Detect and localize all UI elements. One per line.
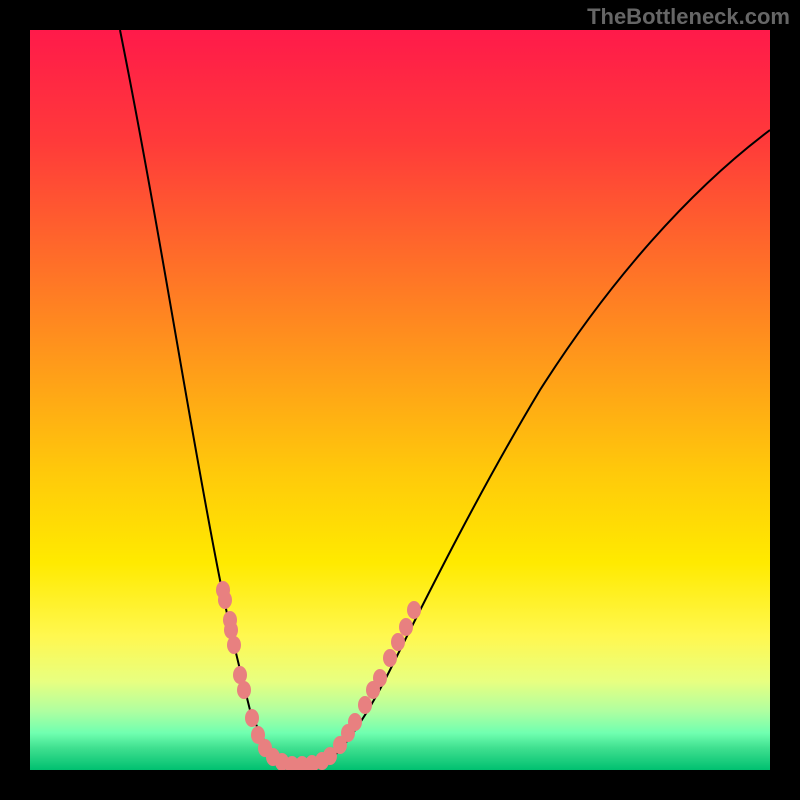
data-point xyxy=(224,621,238,639)
chart-container xyxy=(30,30,770,770)
bottleneck-curve xyxy=(120,30,770,765)
data-points-group xyxy=(216,581,421,770)
data-point xyxy=(373,669,387,687)
data-point xyxy=(407,601,421,619)
data-point xyxy=(358,696,372,714)
data-point xyxy=(227,636,241,654)
data-point xyxy=(245,709,259,727)
data-point xyxy=(348,713,362,731)
data-point xyxy=(383,649,397,667)
data-point xyxy=(218,591,232,609)
data-point xyxy=(391,633,405,651)
watermark-text: TheBottleneck.com xyxy=(587,4,790,30)
data-point xyxy=(237,681,251,699)
data-point xyxy=(399,618,413,636)
curve-overlay xyxy=(30,30,770,770)
